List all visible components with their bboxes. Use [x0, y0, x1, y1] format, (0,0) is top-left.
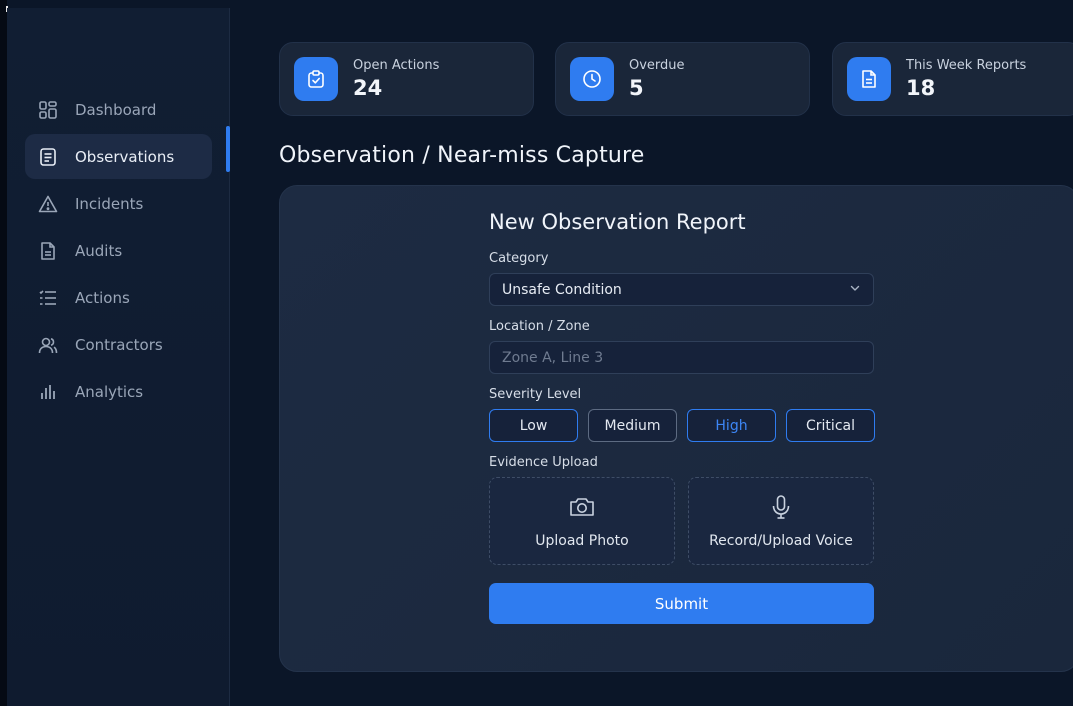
record-voice-label: Record/Upload Voice — [709, 533, 853, 549]
stat-card-open-actions[interactable]: Open Actions 24 — [279, 42, 534, 116]
sidebar-item-label: Analytics — [75, 382, 144, 401]
list-icon — [38, 288, 58, 308]
stat-value: 5 — [629, 76, 644, 100]
camera-icon — [568, 493, 596, 533]
document-icon — [38, 147, 58, 167]
severity-medium-button[interactable]: Medium — [588, 409, 677, 442]
report-icon — [847, 57, 891, 101]
stat-card-this-week-reports[interactable]: This Week Reports 18 — [832, 42, 1073, 116]
record-voice-button[interactable]: Record/Upload Voice — [688, 477, 874, 565]
stat-value: 24 — [353, 76, 383, 100]
location-input[interactable]: Zone A, Line 3 — [489, 341, 874, 374]
sidebar: Dashboard Observations Incidents Audits … — [7, 8, 230, 706]
location-placeholder: Zone A, Line 3 — [502, 349, 604, 366]
sidebar-item-dashboard[interactable]: Dashboard — [25, 87, 212, 132]
sidebar-item-audits[interactable]: Audits — [25, 228, 212, 273]
clock-icon — [570, 57, 614, 101]
sidebar-item-label: Observations — [75, 147, 175, 166]
category-value: Unsafe Condition — [502, 281, 622, 298]
sidebar-item-label: Actions — [75, 288, 130, 307]
upload-photo-button[interactable]: Upload Photo — [489, 477, 675, 565]
severity-label: Severity Level — [489, 387, 582, 402]
stat-label: Open Actions — [353, 58, 440, 73]
sidebar-item-label: Dashboard — [75, 100, 157, 119]
category-select[interactable]: Unsafe Condition — [489, 273, 874, 306]
microphone-icon — [767, 493, 795, 533]
sidebar-item-label: Contractors — [75, 335, 163, 354]
warning-icon — [38, 194, 58, 214]
active-indicator — [226, 126, 230, 172]
sidebar-item-incidents[interactable]: Incidents — [25, 181, 212, 226]
submit-button[interactable]: Submit — [489, 583, 874, 624]
sidebar-item-analytics[interactable]: Analytics — [25, 369, 212, 414]
sidebar-item-observations[interactable]: Observations — [25, 134, 212, 179]
upload-photo-label: Upload Photo — [535, 533, 629, 549]
sidebar-item-label: Audits — [75, 241, 123, 260]
stat-label: Overdue — [629, 58, 685, 73]
page-title: Observation / Near-miss Capture — [279, 143, 645, 168]
severity-high-button[interactable]: High — [687, 409, 776, 442]
clipboard-check-icon — [294, 57, 338, 101]
file-icon — [38, 241, 58, 261]
stat-card-overdue[interactable]: Overdue 5 — [555, 42, 810, 116]
sidebar-item-contractors[interactable]: Contractors — [25, 322, 212, 367]
stat-label: This Week Reports — [906, 58, 1027, 73]
severity-low-button[interactable]: Low — [489, 409, 578, 442]
dashboard-icon — [38, 100, 58, 120]
category-label: Category — [489, 251, 549, 266]
severity-critical-button[interactable]: Critical — [786, 409, 875, 442]
sidebar-item-label: Incidents — [75, 194, 144, 213]
evidence-label: Evidence Upload — [489, 455, 598, 470]
stat-value: 18 — [906, 76, 936, 100]
bar-chart-icon — [38, 382, 58, 402]
chevron-down-icon — [849, 282, 861, 298]
location-label: Location / Zone — [489, 319, 590, 334]
form-title: New Observation Report — [489, 210, 746, 234]
sidebar-item-actions[interactable]: Actions — [25, 275, 212, 320]
users-icon — [38, 335, 58, 355]
sidebar-nav: Dashboard Observations Incidents Audits … — [25, 87, 212, 416]
window-edge — [0, 0, 7, 706]
